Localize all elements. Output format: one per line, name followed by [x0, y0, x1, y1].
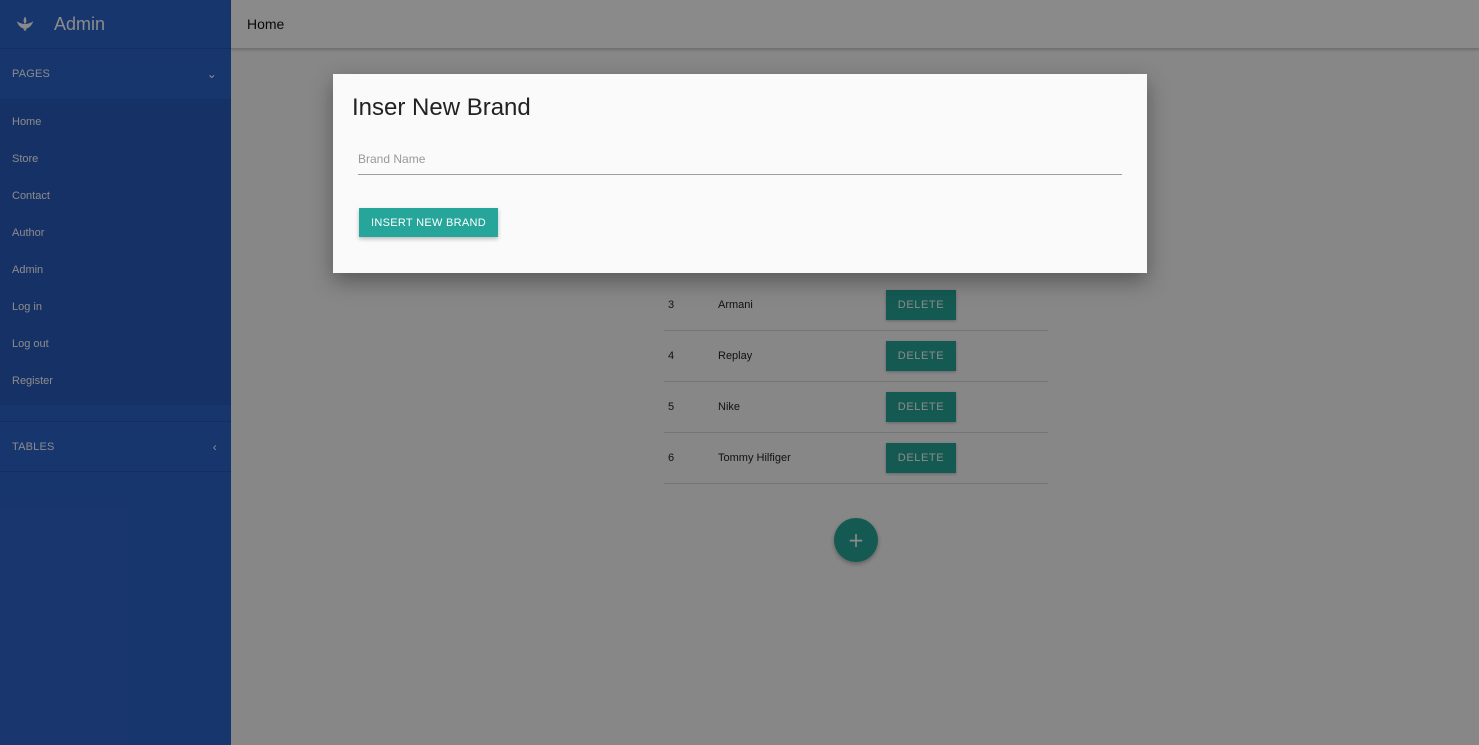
brand-name-input[interactable] — [358, 144, 1122, 174]
insert-brand-button[interactable]: INSERT NEW BRAND — [359, 208, 498, 237]
insert-brand-modal: Inser New Brand INSERT NEW BRAND — [333, 74, 1147, 273]
brand-name-field-wrapper — [358, 144, 1122, 175]
modal-title: Inser New Brand — [352, 94, 531, 121]
